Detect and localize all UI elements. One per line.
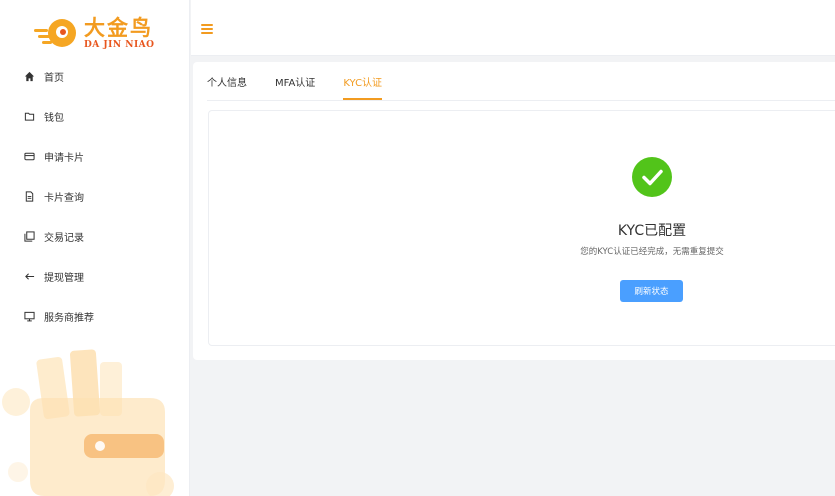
home-icon — [22, 69, 36, 83]
brand-name-cn: 大金鸟 — [84, 14, 153, 40]
tab-divider — [207, 100, 835, 101]
sidebar-item-apply-card[interactable]: 申请卡片 — [0, 136, 189, 176]
folder-icon — [22, 109, 36, 123]
sidebar-item-card-query[interactable]: 卡片查询 — [0, 176, 189, 216]
sidebar-item-label: 卡片查询 — [44, 192, 84, 204]
kyc-status-title: KYC已配置 — [617, 223, 687, 239]
sidebar-item-label: 服务商推荐 — [44, 312, 94, 324]
settings-tabs: 个人信息 MFA认证 KYC认证 — [207, 62, 410, 100]
check-circle-icon — [632, 157, 672, 197]
sidebar-item-wallet[interactable]: 钱包 — [0, 96, 189, 136]
kyc-status-panel: KYC已配置 您的KYC认证已经完成，无需重复提交 刷新状态 — [208, 110, 835, 346]
monitor-icon — [22, 309, 36, 323]
sidebar-nav: 首页 钱包 申请卡片 卡片查询 交易记录 提现管理 服务商推荐 — [0, 56, 189, 336]
brand-name-en: DA JIN NIAO — [84, 39, 155, 50]
sidebar-item-label: 申请卡片 — [44, 152, 84, 164]
account-settings-card: 个人信息 MFA认证 KYC认证 KYC已配置 您的KYC认证已经完成，无需重复… — [193, 62, 835, 360]
refresh-status-button[interactable]: 刷新状态 — [620, 280, 683, 302]
brand-logo[interactable]: 大金鸟 DA JIN NIAO — [34, 12, 174, 54]
sidebar-item-label: 钱包 — [44, 112, 64, 124]
sidebar-item-home[interactable]: 首页 — [0, 56, 189, 96]
sidebar-item-label: 交易记录 — [44, 232, 84, 244]
tab-kyc[interactable]: KYC认证 — [343, 62, 382, 100]
sidebar-item-withdraw[interactable]: 提现管理 — [0, 256, 189, 296]
sidebar-item-label: 提现管理 — [44, 272, 84, 284]
bird-logo-icon — [34, 13, 80, 53]
sidebar: 大金鸟 DA JIN NIAO 首页 钱包 申请卡片 卡片查询 交易记录 提现管… — [0, 0, 190, 496]
tab-mfa[interactable]: MFA认证 — [275, 62, 315, 100]
sidebar-item-transactions[interactable]: 交易记录 — [0, 216, 189, 256]
kyc-status-description: 您的KYC认证已经完成，无需重复提交 — [580, 247, 724, 257]
wallet-illustration — [0, 340, 189, 496]
arrow-left-icon — [22, 269, 36, 283]
card-icon — [22, 149, 36, 163]
top-header — [191, 0, 835, 56]
sidebar-item-label: 首页 — [44, 72, 64, 84]
menu-toggle-icon[interactable] — [201, 24, 213, 34]
tab-personal-info[interactable]: 个人信息 — [207, 62, 247, 100]
document-icon — [22, 189, 36, 203]
records-icon — [22, 229, 36, 243]
sidebar-item-provider-referral[interactable]: 服务商推荐 — [0, 296, 189, 336]
